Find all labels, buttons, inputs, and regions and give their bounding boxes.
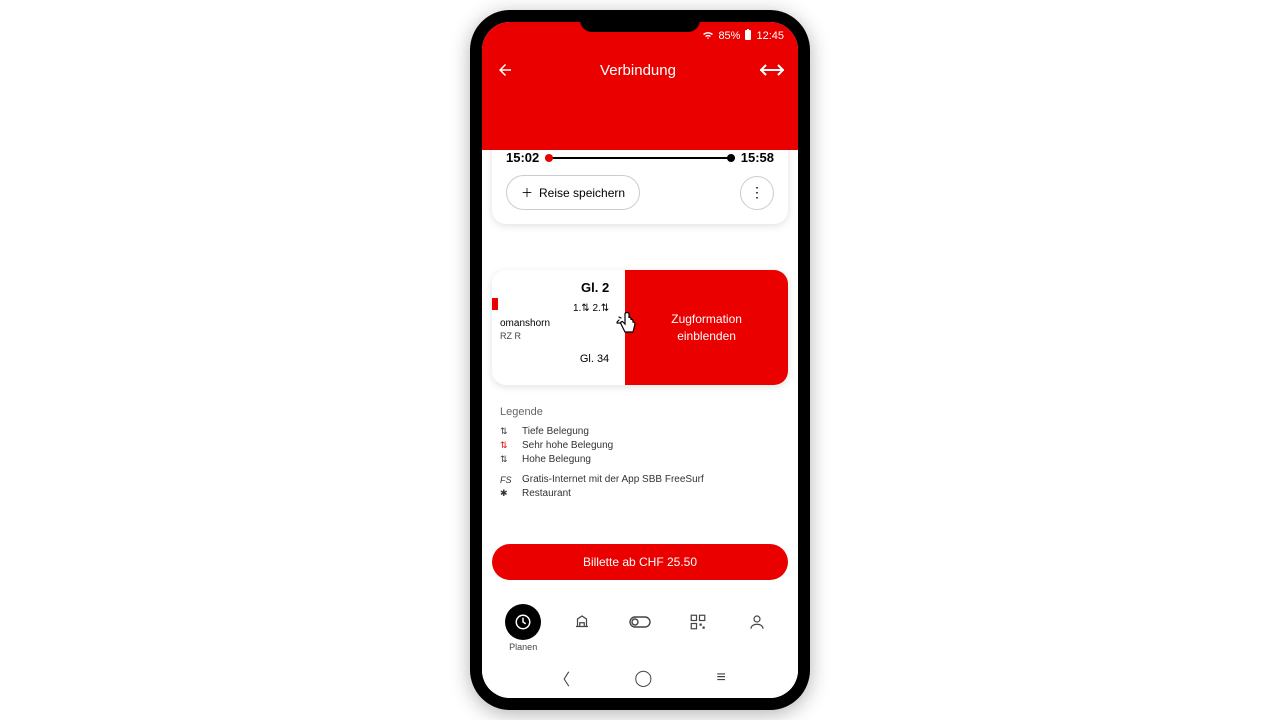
occupancy-label: 1.⇅ 2.⇅ — [500, 303, 617, 314]
departure-time: 15:02 — [506, 150, 539, 165]
qr-icon — [680, 604, 716, 640]
platform-label: Gl. 2 — [500, 280, 617, 295]
connection-details: Gl. 2 1.⇅ 2.⇅ omanshorn RZ R Gl. 34 — [492, 270, 625, 385]
train-formation-label: Zugformation einblenden — [671, 311, 742, 345]
phone-screen: 85% 12:45 Verbindung Bern → Zürich HB — [482, 22, 798, 698]
legend-item: FS Gratis-Internet mit der App SBB FreeS… — [500, 474, 780, 485]
plus-icon: ＋ — [521, 184, 533, 201]
legend-title: Legende — [500, 406, 780, 418]
phone-notch — [580, 10, 700, 32]
android-nav-bar: 〈 ◯ ≡ — [482, 658, 798, 698]
freesurf-icon: FS — [500, 475, 514, 485]
occupancy-med-icon: ⇅ — [500, 454, 514, 465]
legend-label: Tiefe Belegung — [522, 426, 589, 437]
services-label: RZ R — [500, 331, 617, 341]
legend-label: Restaurant — [522, 488, 571, 499]
occupancy-low-icon: ⇅ — [500, 426, 514, 437]
wifi-icon — [702, 30, 714, 43]
legend-section: Legende ⇅ Tiefe Belegung ⇅ Sehr hohe Bel… — [500, 406, 780, 502]
station-icon — [564, 604, 600, 640]
tab-planen[interactable]: Planen — [505, 604, 541, 652]
toggle-icon — [622, 604, 658, 640]
actions-row: ＋ Reise speichern ⋮ — [506, 175, 774, 210]
nav-home-icon[interactable]: ◯ — [634, 668, 652, 688]
legend-label: Sehr hohe Belegung — [522, 440, 613, 451]
timeline-bar — [545, 157, 735, 159]
legend-label: Gratis-Internet mit der App SBB FreeSurf — [522, 474, 704, 485]
clock-time: 12:45 — [756, 30, 784, 42]
connection-summary-card: Bern → Zürich HB Mo. 04.07.2022, 56 min … — [492, 150, 788, 224]
time-row: 15:02 15:58 — [506, 150, 774, 165]
kebab-icon: ⋮ — [750, 190, 764, 196]
legend-label: Hohe Belegung — [522, 454, 591, 465]
tab-station[interactable] — [564, 604, 600, 652]
arrival-time: 15:58 — [741, 150, 774, 165]
platform-label-2: Gl. 34 — [500, 353, 617, 365]
tab-toggle[interactable] — [622, 604, 658, 652]
phone-frame: 85% 12:45 Verbindung Bern → Zürich HB — [470, 10, 810, 710]
content-area: Bern → Zürich HB Mo. 04.07.2022, 56 min … — [482, 150, 798, 698]
back-button[interactable] — [496, 60, 516, 80]
legend-item: ⇅ Hohe Belegung — [500, 454, 780, 465]
bottom-tab-bar: Planen — [482, 600, 798, 652]
more-options-button[interactable]: ⋮ — [740, 176, 774, 210]
plan-icon — [505, 604, 541, 640]
line-indicator — [492, 298, 498, 310]
sbb-logo-icon — [760, 63, 784, 77]
profile-icon — [739, 604, 775, 640]
app-header: Verbindung — [482, 50, 798, 90]
occupancy-high-icon: ⇅ — [500, 440, 514, 451]
train-formation-action[interactable]: Zugformation einblenden — [625, 270, 788, 385]
legend-item: ⇅ Tiefe Belegung — [500, 426, 780, 437]
battery-percent: 85% — [718, 30, 740, 42]
save-trip-label: Reise speichern — [539, 186, 625, 200]
hand-pointer-icon — [615, 310, 639, 346]
legend-item: ✱ Restaurant — [500, 488, 780, 499]
tab-label: Planen — [509, 642, 537, 652]
nav-back-icon[interactable]: 〈 — [554, 666, 570, 690]
destination-partial: omanshorn — [500, 318, 617, 329]
tab-qr[interactable] — [680, 604, 716, 652]
buy-ticket-button[interactable]: Billette ab CHF 25.50 — [492, 544, 788, 580]
battery-icon — [744, 29, 752, 44]
page-title: Verbindung — [600, 62, 676, 79]
connection-swipe-card[interactable]: Gl. 2 1.⇅ 2.⇅ omanshorn RZ R Gl. 34 Zugf… — [492, 270, 788, 385]
tab-profile[interactable] — [739, 604, 775, 652]
restaurant-icon: ✱ — [500, 488, 514, 499]
legend-item: ⇅ Sehr hohe Belegung — [500, 440, 780, 451]
save-trip-button[interactable]: ＋ Reise speichern — [506, 175, 640, 210]
header-extension — [482, 90, 798, 150]
nav-recent-icon[interactable]: ≡ — [717, 669, 726, 687]
